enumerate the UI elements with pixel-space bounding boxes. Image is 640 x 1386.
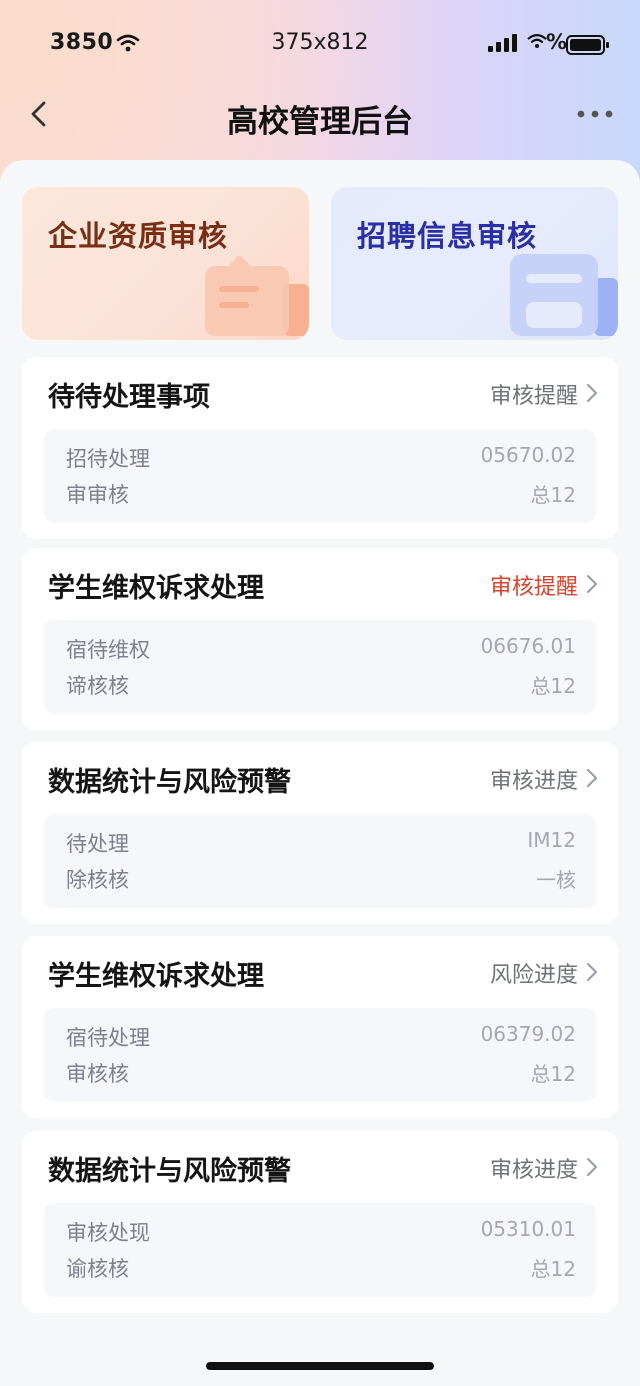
enterprise-qualification-card[interactable]: 企业资质审核 [22, 187, 309, 340]
row-value: 总12 [530, 674, 576, 698]
navigation-bar: 高校管理后台 [0, 88, 640, 140]
page-title: 高校管理后台 [227, 104, 413, 140]
battery-icon [566, 35, 610, 59]
section-card: 学生维权诉求处理 风险进度 宿待处理 06379.02 审核核 总12 [22, 936, 618, 1118]
status-bar: 3850 375x812 % [0, 0, 640, 88]
section-card: 数据统计与风险预警 审核进度 审核处现 05310.01 谕核核 总12 [22, 1131, 618, 1313]
card-title: 企业资质审核 [48, 219, 229, 253]
row-label: 审审核 [66, 483, 129, 507]
content-area: 企业资质审核 招聘信息审核 待待处理事项 审核提醒 招待处理 05670.02 … [0, 160, 640, 1386]
row-label: 待处理 [66, 832, 129, 856]
section-link[interactable]: 审核提醒 [490, 378, 578, 410]
section-title: 数据统计与风险预警 [48, 1156, 291, 1187]
row-value: 总12 [530, 483, 576, 507]
row-label: 除核核 [66, 868, 129, 892]
section-card: 学生维权诉求处理 审核提醒 宿待维权 06676.01 谛核核 总12 [22, 548, 618, 730]
chevron-right-icon[interactable] [586, 962, 598, 986]
row-value: 总12 [530, 1062, 576, 1086]
section-title: 待待处理事项 [48, 382, 210, 413]
row-label: 审核核 [66, 1062, 129, 1086]
section-detail-panel[interactable]: 招待处理 05670.02 审审核 总12 [44, 429, 596, 523]
card-title: 招聘信息审核 [357, 219, 538, 253]
chevron-right-icon[interactable] [586, 1157, 598, 1181]
section-link[interactable]: 审核进度 [490, 1152, 578, 1184]
chevron-right-icon[interactable] [586, 574, 598, 598]
row-value: 05310.01 [480, 1217, 576, 1241]
battery-percent-text: % [546, 30, 568, 54]
section-detail-panel[interactable]: 宿待处理 06379.02 审核核 总12 [44, 1008, 596, 1102]
section-link[interactable]: 审核进度 [490, 763, 578, 795]
section-detail-panel[interactable]: 待处理 IM12 除核核 一核 [44, 814, 596, 908]
section-detail-panel[interactable]: 审核处现 05310.01 谕核核 总12 [44, 1203, 596, 1297]
row-label: 宿待处理 [66, 1026, 150, 1050]
section-detail-panel[interactable]: 宿待维权 06676.01 谛核核 总12 [44, 620, 596, 714]
section-title: 数据统计与风险预警 [48, 767, 291, 798]
section-title: 学生维权诉求处理 [48, 573, 264, 604]
wifi-icon [527, 33, 547, 53]
row-value: 一核 [536, 868, 576, 892]
chevron-right-icon[interactable] [586, 383, 598, 407]
document-icon [199, 254, 309, 340]
row-value: IM12 [527, 828, 576, 852]
document-icon [508, 250, 618, 340]
row-label: 谕核核 [66, 1257, 129, 1281]
section-card: 数据统计与风险预警 审核进度 待处理 IM12 除核核 一核 [22, 742, 618, 924]
recruitment-info-card[interactable]: 招聘信息审核 [331, 187, 618, 340]
home-indicator[interactable] [206, 1362, 434, 1370]
row-value: 06676.01 [480, 634, 576, 658]
more-icon[interactable] [574, 102, 616, 126]
section-title: 学生维权诉求处理 [48, 961, 264, 992]
row-value: 06379.02 [480, 1022, 576, 1046]
row-value: 总12 [530, 1257, 576, 1281]
section-link[interactable]: 风险进度 [490, 957, 578, 989]
section-card: 待待处理事项 审核提醒 招待处理 05670.02 审审核 总12 [22, 357, 618, 539]
row-label: 宿待维权 [66, 638, 150, 662]
row-value: 05670.02 [480, 443, 576, 467]
row-label: 招待处理 [66, 447, 150, 471]
chevron-right-icon[interactable] [586, 768, 598, 792]
signal-icon [488, 34, 518, 56]
section-link[interactable]: 审核提醒 [490, 569, 578, 601]
row-label: 审核处现 [66, 1221, 150, 1245]
row-label: 谛核核 [66, 674, 129, 698]
